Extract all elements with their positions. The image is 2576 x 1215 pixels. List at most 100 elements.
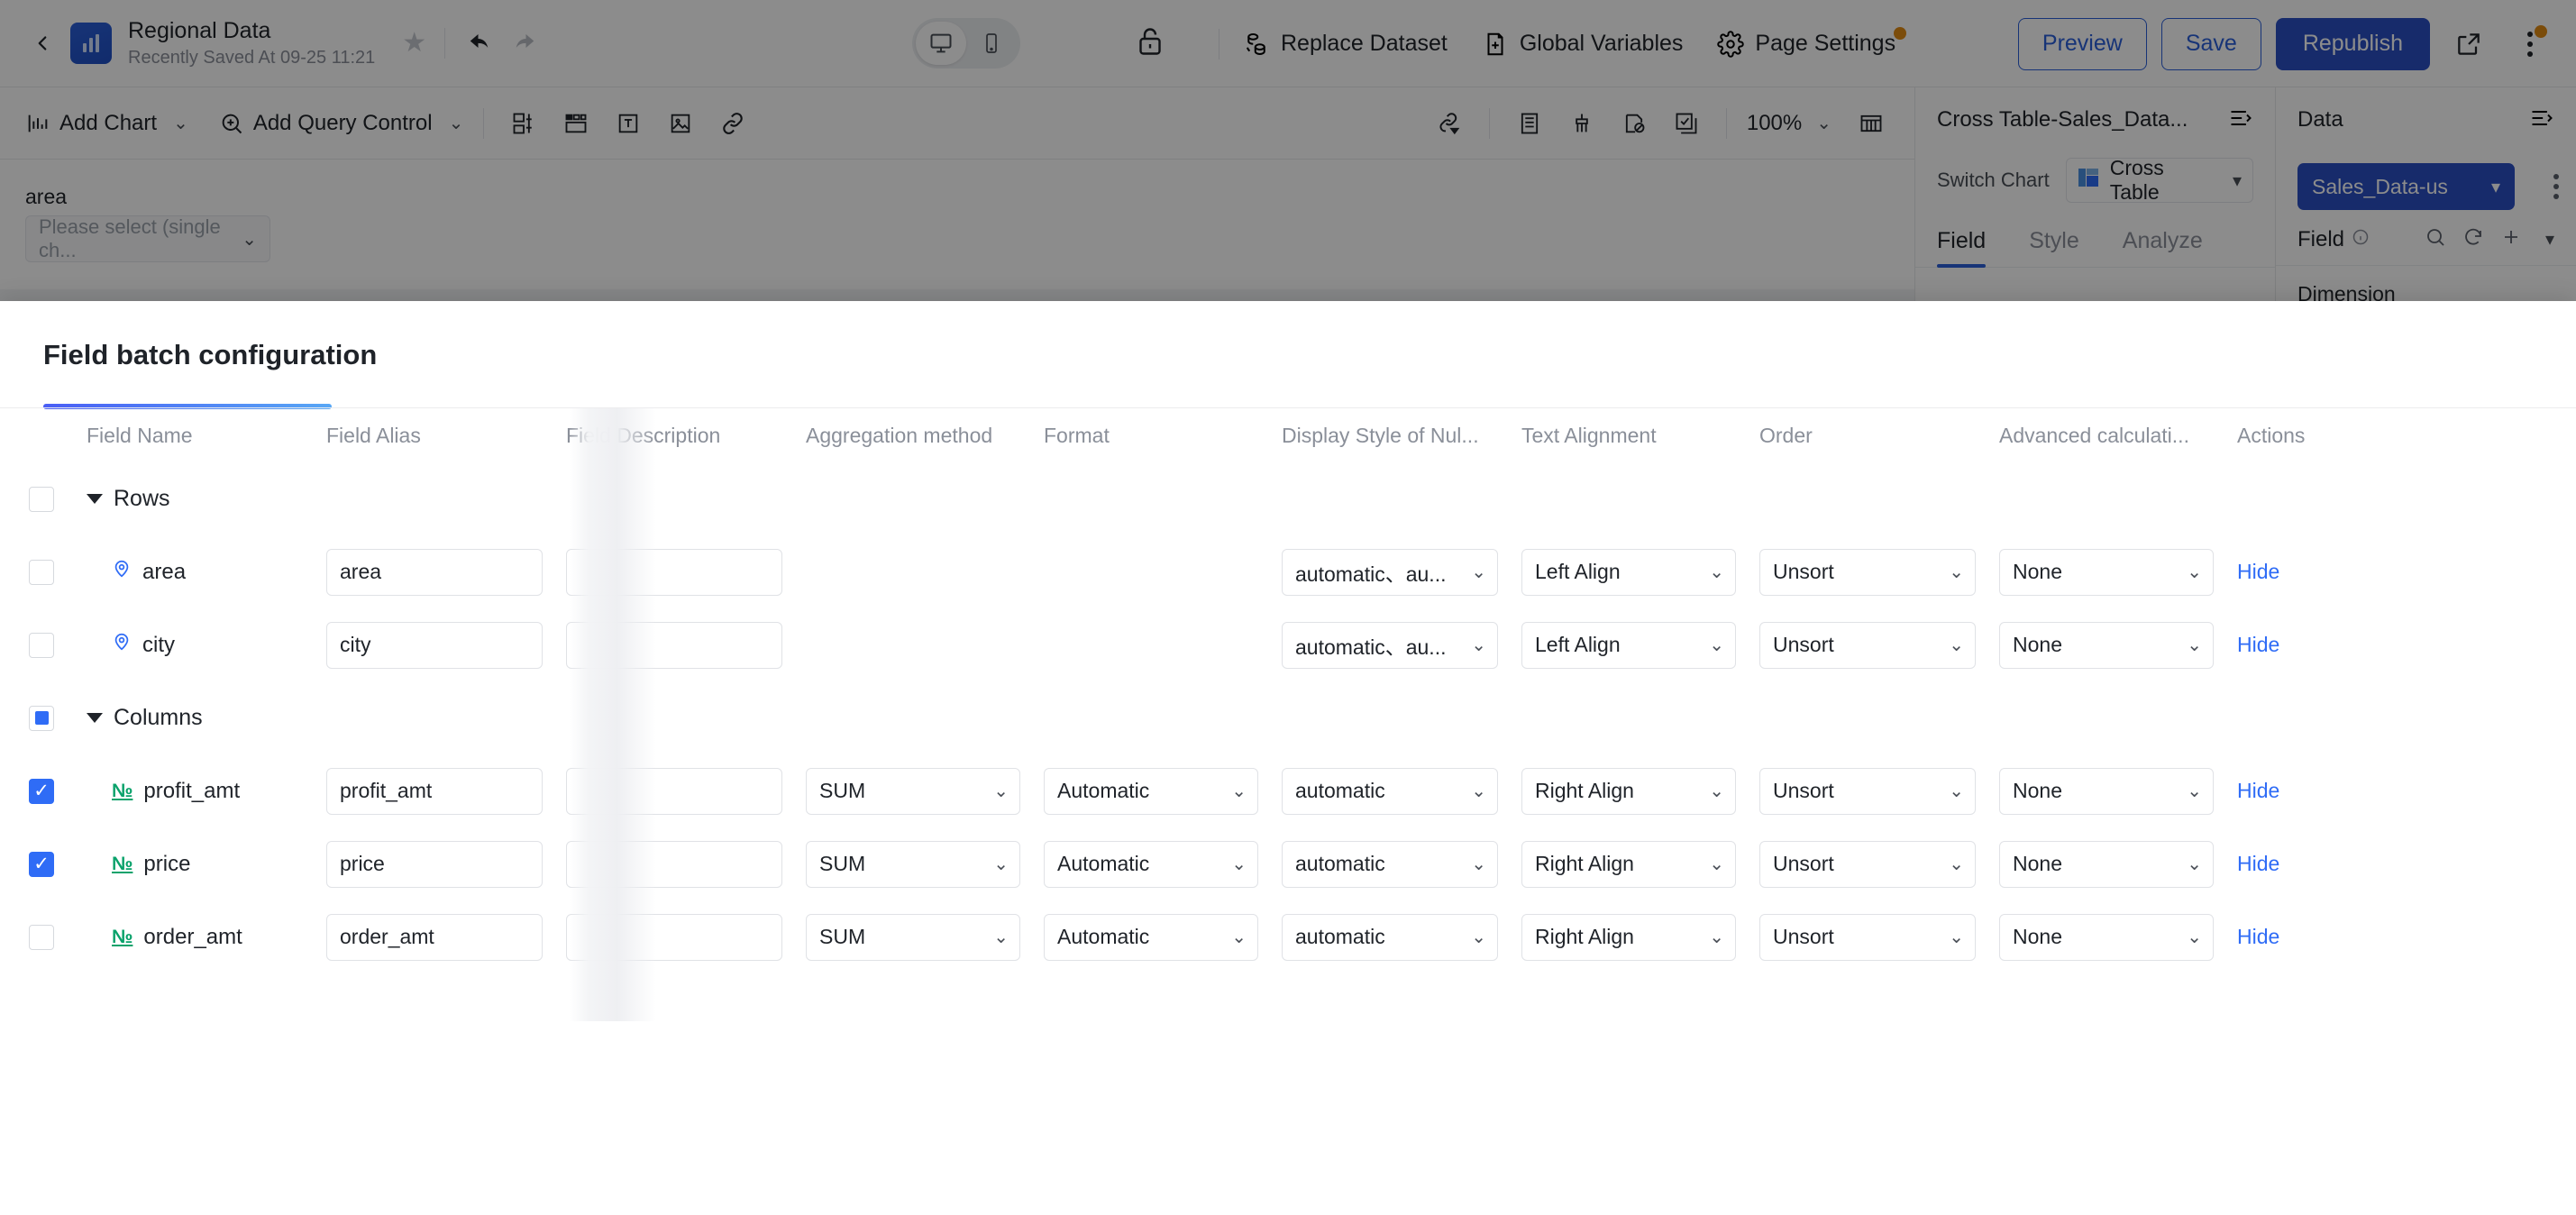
col-field-alias: Field Alias [326,423,421,447]
aggregation-method-value: SUM [819,925,866,948]
field-alias-input[interactable]: order_amt [326,913,543,961]
order-select[interactable]: Unsort ⌄ [1759,767,1976,815]
group-row-columns: Columns [0,681,2576,754]
chevron-down-icon: ⌄ [1471,562,1486,582]
advanced-calculation-select[interactable]: None ⌄ [1999,548,2214,596]
row-checkbox[interactable] [29,778,54,804]
col-text-alignment: Text Alignment [1521,423,1657,447]
field-name-label: price [143,851,191,876]
chevron-down-icon: ⌄ [1949,781,1964,801]
location-pin-icon [112,631,132,659]
format-select[interactable]: Automatic ⌄ [1044,840,1258,888]
order-select[interactable]: Unsort ⌄ [1759,913,1976,961]
group-checkbox-columns[interactable] [29,705,54,731]
advanced-calculation-value: None [2013,560,2062,583]
hide-action-link[interactable]: Hide [2237,779,2279,803]
field-description-input[interactable] [566,548,782,596]
advanced-calculation-select[interactable]: None ⌄ [1999,913,2214,961]
advanced-calculation-select[interactable]: None ⌄ [1999,621,2214,669]
chevron-down-icon: ⌄ [2187,927,2202,947]
display-style-null-value: automatic [1295,852,1385,875]
table-row: area area automatic、au... ⌄ Left Align ⌄… [0,535,2576,608]
text-alignment-select[interactable]: Right Align ⌄ [1521,840,1736,888]
display-style-null-select[interactable]: automatic、au... ⌄ [1282,621,1498,669]
number-field-icon: № [112,781,133,801]
modal-title: Field batch configuration [43,339,378,370]
field-alias-input[interactable]: profit_amt [326,767,543,815]
format-value: Automatic [1057,779,1150,802]
field-name-label: city [142,632,175,657]
col-field-name: Field Name [87,423,193,447]
chevron-down-icon: ⌄ [1949,854,1964,874]
field-description-input[interactable] [566,621,782,669]
col-actions: Actions [2237,423,2306,447]
field-description-input[interactable] [566,913,782,961]
screen-root: Regional Data Recently Saved At 09-25 11… [0,0,2576,1215]
chevron-down-icon: ⌄ [1471,854,1486,874]
order-select[interactable]: Unsort ⌄ [1759,840,1976,888]
group-checkbox-rows[interactable] [29,486,54,512]
group-label-columns: Columns [114,705,203,730]
order-value: Unsort [1773,779,1834,802]
field-alias-input[interactable]: price [326,840,543,888]
col-aggregation-method: Aggregation method [806,423,993,447]
text-alignment-select[interactable]: Left Align ⌄ [1521,548,1736,596]
chevron-down-icon: ⌄ [1231,781,1247,801]
chevron-down-icon: ⌄ [1709,927,1724,947]
hide-action-link[interactable]: Hide [2237,852,2279,876]
order-select[interactable]: Unsort ⌄ [1759,621,1976,669]
text-alignment-select[interactable]: Left Align ⌄ [1521,621,1736,669]
caret-down-icon[interactable] [87,494,103,504]
row-checkbox[interactable] [29,632,54,658]
chevron-down-icon: ⌄ [1709,635,1724,655]
chevron-down-icon: ⌄ [1709,854,1724,874]
field-alias-input[interactable]: area [326,548,543,596]
hide-action-link[interactable]: Hide [2237,633,2279,657]
display-style-null-value: automatic [1295,779,1385,802]
format-select[interactable]: Automatic ⌄ [1044,767,1258,815]
chevron-down-icon: ⌄ [1709,781,1724,801]
field-description-input[interactable] [566,767,782,815]
display-style-null-select[interactable]: automatic ⌄ [1282,840,1498,888]
chevron-down-icon: ⌄ [1231,927,1247,947]
chevron-down-icon: ⌄ [2187,854,2202,874]
text-alignment-select[interactable]: Right Align ⌄ [1521,767,1736,815]
order-select[interactable]: Unsort ⌄ [1759,548,1976,596]
row-checkbox[interactable] [29,851,54,877]
aggregation-method-select[interactable]: SUM ⌄ [806,913,1020,961]
row-checkbox[interactable] [29,559,54,585]
chevron-down-icon: ⌄ [993,854,1009,874]
chevron-down-icon: ⌄ [2187,781,2202,801]
display-style-null-select[interactable]: automatic ⌄ [1282,913,1498,961]
advanced-calculation-value: None [2013,633,2062,656]
caret-down-icon[interactable] [87,713,103,723]
group-label-rows: Rows [114,486,170,511]
aggregation-method-value: SUM [819,779,866,802]
chevron-down-icon: ⌄ [1709,562,1724,582]
chevron-down-icon: ⌄ [2187,635,2202,655]
hide-action-link[interactable]: Hide [2237,560,2279,584]
advanced-calculation-select[interactable]: None ⌄ [1999,840,2214,888]
group-row-rows: Rows [0,462,2576,535]
text-alignment-value: Left Align [1535,633,1621,656]
hide-action-link[interactable]: Hide [2237,925,2279,949]
number-field-icon: № [112,854,133,874]
field-alias-input[interactable]: city [326,621,543,669]
chevron-down-icon: ⌄ [2187,562,2202,582]
chevron-down-icon: ⌄ [993,781,1009,801]
aggregation-method-select[interactable]: SUM ⌄ [806,840,1020,888]
display-style-null-value: automatic、au... [1295,635,1447,659]
advanced-calculation-select[interactable]: None ⌄ [1999,767,2214,815]
chevron-down-icon: ⌄ [1949,927,1964,947]
aggregation-method-select[interactable]: SUM ⌄ [806,767,1020,815]
text-alignment-select[interactable]: Right Align ⌄ [1521,913,1736,961]
col-display-style-null: Display Style of Nul... [1282,423,1479,447]
chevron-down-icon: ⌄ [1231,854,1247,874]
field-name-label: order_amt [143,924,242,949]
field-name-label: area [142,559,187,584]
display-style-null-select[interactable]: automatic、au... ⌄ [1282,548,1498,596]
row-checkbox[interactable] [29,924,54,950]
field-description-input[interactable] [566,840,782,888]
format-select[interactable]: Automatic ⌄ [1044,913,1258,961]
display-style-null-select[interactable]: automatic ⌄ [1282,767,1498,815]
